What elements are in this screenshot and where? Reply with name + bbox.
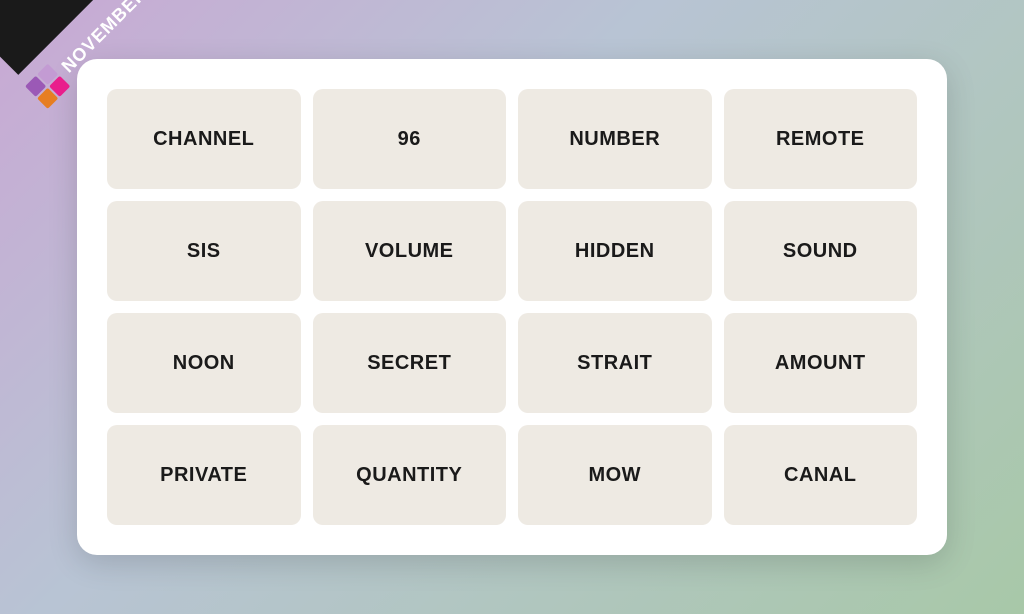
tile-label-private: PRIVATE bbox=[160, 464, 247, 487]
tile-label-sound: SOUND bbox=[783, 240, 858, 263]
tile-label-quantity: QUANTITY bbox=[356, 464, 462, 487]
main-card: CHANNEL 96 NUMBER REMOTE SIS VOLUME HIDDEN SOUN… bbox=[77, 59, 947, 555]
tile-label-canal: CANAL bbox=[784, 464, 857, 487]
tile-amount[interactable]: AMOUNT bbox=[724, 313, 918, 413]
tile-private[interactable]: PRIVATE bbox=[107, 425, 301, 525]
tile-quantity[interactable]: QUANTITY bbox=[313, 425, 507, 525]
tile-volume[interactable]: VOLUME bbox=[313, 201, 507, 301]
tile-mow[interactable]: MOW bbox=[518, 425, 712, 525]
tile-strait[interactable]: STRAIT bbox=[518, 313, 712, 413]
tile-label-amount: AMOUNT bbox=[775, 352, 866, 375]
tile-label-hidden: HIDDEN bbox=[575, 240, 655, 263]
tile-label-volume: VOLUME bbox=[365, 240, 454, 263]
tile-number[interactable]: NUMBER bbox=[518, 89, 712, 189]
tile-sound[interactable]: SOUND bbox=[724, 201, 918, 301]
tile-label-number: NUMBER bbox=[569, 128, 660, 151]
app-icon bbox=[25, 64, 70, 109]
tile-96[interactable]: 96 bbox=[313, 89, 507, 189]
tile-label-96: 96 bbox=[398, 128, 421, 151]
tile-label-mow: MOW bbox=[588, 464, 641, 487]
tile-label-remote: REMOTE bbox=[776, 128, 865, 151]
tile-remote[interactable]: REMOTE bbox=[724, 89, 918, 189]
tile-hidden[interactable]: HIDDEN bbox=[518, 201, 712, 301]
tile-label-noon: NOON bbox=[173, 352, 235, 375]
tile-label-sis: SIS bbox=[187, 240, 221, 263]
tile-noon[interactable]: NOON bbox=[107, 313, 301, 413]
tile-sis[interactable]: SIS bbox=[107, 201, 301, 301]
tile-canal[interactable]: CANAL bbox=[724, 425, 918, 525]
tile-secret[interactable]: SECRET bbox=[313, 313, 507, 413]
tile-label-secret: SECRET bbox=[367, 352, 451, 375]
tile-label-strait: STRAIT bbox=[577, 352, 652, 375]
tile-label-channel: CHANNEL bbox=[153, 128, 254, 151]
word-grid: CHANNEL 96 NUMBER REMOTE SIS VOLUME HIDDEN SOUN… bbox=[107, 89, 917, 525]
tile-channel[interactable]: CHANNEL bbox=[107, 89, 301, 189]
